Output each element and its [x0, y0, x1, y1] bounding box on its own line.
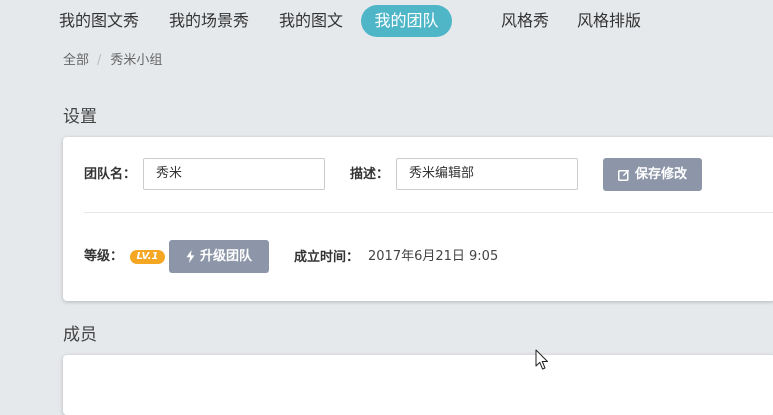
edit-icon	[617, 169, 630, 181]
top-nav: 我的图文秀 我的场景秀 我的图文 我的团队 风格秀 风格排版	[0, 0, 773, 42]
team-name-input[interactable]: 秀米	[143, 158, 325, 190]
breadcrumb-separator: /	[97, 53, 102, 68]
mouse-pointer-icon	[535, 349, 548, 370]
nav-tab-style-show[interactable]: 风格秀	[501, 5, 549, 37]
nav-tab-style-layout[interactable]: 风格排版	[577, 5, 641, 37]
description-input[interactable]: 秀米编辑部	[396, 158, 578, 190]
level-badge: LV.1	[130, 250, 165, 264]
lightning-bolt-icon	[186, 250, 195, 263]
nav-tab-my-graphics[interactable]: 我的图文	[279, 5, 343, 37]
level-label: 等级：	[84, 249, 124, 264]
save-changes-button[interactable]: 保存修改	[603, 158, 702, 191]
members-title: 成员	[63, 325, 97, 345]
description-label: 描述：	[350, 167, 390, 182]
founded-label: 成立时间：	[294, 250, 360, 265]
nav-tab-my-graphic-show[interactable]: 我的图文秀	[59, 5, 139, 37]
founded-value: 2017年6月21日 9:05	[368, 249, 499, 264]
breadcrumb-current: 秀米小组	[110, 53, 163, 68]
save-changes-label: 保存修改	[634, 167, 687, 182]
upgrade-team-label: 升级团队	[199, 249, 252, 264]
breadcrumb: 全部 / 秀米小组	[63, 52, 162, 70]
nav-tab-my-scene-show[interactable]: 我的场景秀	[169, 5, 249, 37]
upgrade-team-button[interactable]: 升级团队	[169, 240, 269, 273]
settings-title: 设置	[63, 107, 97, 127]
team-name-label: 团队名：	[84, 167, 137, 182]
nav-tab-my-team[interactable]: 我的团队	[361, 5, 452, 37]
breadcrumb-root[interactable]: 全部	[63, 53, 89, 68]
settings-card: 团队名： 秀米 描述： 秀米编辑部 保存修改 等级： LV.1 升级团队 成立时…	[63, 137, 773, 301]
members-card	[63, 355, 773, 415]
card-divider	[84, 212, 773, 213]
